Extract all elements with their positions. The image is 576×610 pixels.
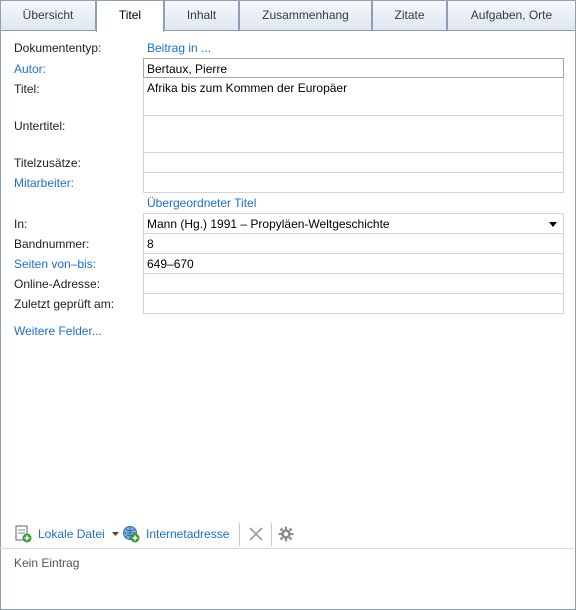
bandnummer-label: Bandnummer:	[14, 237, 90, 251]
tab-aufgaben-orte[interactable]: Aufgaben, Orte	[447, 0, 576, 31]
toolbar-divider	[0, 548, 574, 549]
toolbar-separator	[239, 523, 240, 546]
settings-button[interactable]	[278, 520, 294, 548]
gear-icon	[278, 526, 294, 542]
dokumententyp-label: Dokumententyp:	[14, 41, 102, 55]
in-select-value: Mann (Hg.) 1991 – Propyläen-Weltgeschich…	[147, 217, 390, 231]
mitarbeiter-field[interactable]	[143, 173, 564, 193]
untertitel-label: Untertitel:	[14, 119, 66, 133]
bandnummer-field[interactable]: 8	[143, 234, 564, 254]
attachment-empty-text: Kein Eintrag	[14, 556, 80, 570]
titelzusaetze-field[interactable]	[143, 153, 564, 173]
online-adresse-label: Online-Adresse:	[14, 277, 101, 291]
titel-label: Titel:	[14, 82, 40, 96]
weitere-felder-link[interactable]: Weitere Felder...	[14, 324, 102, 338]
in-select[interactable]: Mann (Hg.) 1991 – Propyläen-Weltgeschich…	[143, 213, 564, 234]
toolbar-separator	[271, 523, 272, 546]
titel-field[interactable]: Afrika bis zum Kommen der Europäer	[143, 78, 564, 116]
autor-label[interactable]: Autor:	[14, 62, 46, 76]
tab-zusammenhang[interactable]: Zusammenhang	[239, 0, 372, 31]
uebergeordneter-titel-link[interactable]: Übergeordneter Titel	[147, 196, 256, 210]
tab-uebersicht[interactable]: Übersicht	[0, 0, 96, 31]
chevron-down-icon[interactable]	[549, 222, 557, 227]
lokale-datei-button[interactable]: Lokale Datei	[14, 520, 121, 548]
internetadresse-button[interactable]: Internetadresse	[122, 520, 229, 548]
zuletzt-geprueft-field[interactable]	[143, 294, 564, 314]
lokale-datei-label: Lokale Datei	[38, 527, 105, 541]
online-adresse-field[interactable]	[143, 274, 564, 294]
tab-bar: Übersicht Titel Inhalt Zusammenhang Zita…	[0, 0, 576, 32]
tab-titel[interactable]: Titel	[96, 0, 164, 32]
seiten-field[interactable]: 649–670	[143, 254, 564, 274]
add-file-icon	[15, 525, 32, 543]
mitarbeiter-label[interactable]: Mitarbeiter:	[14, 176, 74, 190]
untertitel-field[interactable]	[143, 116, 564, 153]
dokumententyp-link[interactable]: Beitrag in ...	[147, 41, 211, 55]
tab-inhalt[interactable]: Inhalt	[164, 0, 239, 31]
caret-down-icon[interactable]	[111, 530, 121, 538]
tab-zitate[interactable]: Zitate	[372, 0, 447, 31]
attachment-toolbar: Lokale Datei Internetadresse	[0, 520, 574, 548]
delete-button[interactable]	[248, 520, 264, 548]
titelzusaetze-label: Titelzusätze:	[14, 156, 81, 170]
close-icon	[249, 527, 263, 541]
internetadresse-label: Internetadresse	[146, 527, 230, 541]
in-label: In:	[14, 217, 28, 231]
zuletzt-geprueft-label: Zuletzt geprüft am:	[14, 297, 115, 311]
add-web-link-icon	[123, 526, 140, 543]
autor-field[interactable]: Bertaux, Pierre	[143, 58, 564, 78]
seiten-label[interactable]: Seiten von–bis:	[14, 257, 96, 271]
